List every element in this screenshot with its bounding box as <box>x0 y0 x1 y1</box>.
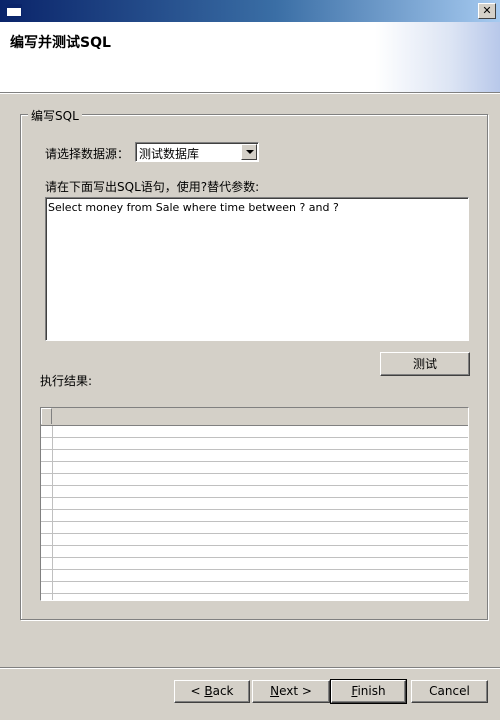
cancel-label: Cancel <box>429 684 470 698</box>
back-mnemonic: B <box>204 684 213 698</box>
finish-button[interactable]: Finish <box>330 679 407 704</box>
result-label: 执行结果: <box>40 374 93 388</box>
table-header <box>41 408 468 426</box>
footer-divider-highlight <box>0 668 500 669</box>
sql-input[interactable]: Select money from Sale where time betwee… <box>45 197 469 341</box>
title-bar[interactable]: ✕ <box>0 0 500 22</box>
cancel-button[interactable]: Cancel <box>411 680 488 703</box>
finish-label: inish <box>357 684 386 698</box>
back-button[interactable]: < Back <box>174 680 250 703</box>
back-label: ack <box>212 684 234 698</box>
group-legend: 编写SQL <box>28 107 82 124</box>
next-mnemonic: N <box>270 684 280 698</box>
row-header-corner <box>41 408 52 424</box>
result-table[interactable] <box>40 407 469 601</box>
test-button-label: 测试 <box>412 357 437 371</box>
close-button[interactable]: ✕ <box>478 3 496 19</box>
test-button[interactable]: 测试 <box>380 352 470 376</box>
datasource-label: 请选择数据源： <box>45 147 130 161</box>
back-prefix: < <box>190 684 205 698</box>
sql-prompt-label: 请在下面写出SQL语句，使用?替代参数: <box>45 180 260 194</box>
table-body[interactable] <box>41 426 468 600</box>
chevron-down-icon[interactable] <box>241 144 257 160</box>
close-icon: ✕ <box>482 4 492 17</box>
datasource-value: 测试数据库 <box>139 147 200 161</box>
window-icon[interactable] <box>6 4 22 17</box>
datasource-select[interactable]: 测试数据库 <box>135 142 259 162</box>
header-divider <box>0 93 500 94</box>
next-button[interactable]: Next > <box>252 680 330 703</box>
next-label: ext > <box>279 684 312 698</box>
page-title: 编写并测试SQL <box>10 35 111 51</box>
wizard-header: 编写并测试SQL <box>0 22 500 93</box>
